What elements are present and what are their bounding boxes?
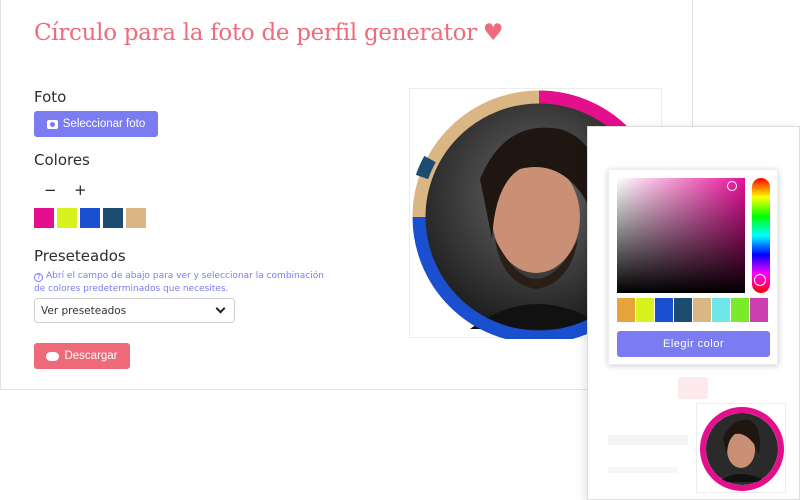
saturation-handle[interactable]: [727, 181, 737, 191]
picker-swatch-6[interactable]: [712, 298, 730, 322]
ring-segment-navy: [415, 155, 436, 180]
presets-help-text-content: Abrí el campo de abajo para ver y selecc…: [34, 271, 324, 294]
presets-select[interactable]: Ver preseteados: [34, 298, 235, 323]
faded-line: [608, 467, 678, 473]
picker-swatch-7[interactable]: [731, 298, 749, 322]
color-swatch-4[interactable]: [103, 208, 123, 228]
color-swatch-3[interactable]: [80, 208, 100, 228]
presets-label: Preseteados: [34, 247, 126, 265]
select-photo-button[interactable]: Seleccionar foto: [34, 111, 158, 137]
heart-icon: ♥: [482, 20, 504, 46]
picker-swatch-1[interactable]: [617, 298, 635, 322]
picker-swatch-3[interactable]: [655, 298, 673, 322]
chevron-down-icon: [215, 303, 226, 314]
presets-select-value: Ver preseteados: [41, 305, 127, 317]
saturation-area[interactable]: [617, 178, 745, 293]
page-title: Círculo para la foto de perfil generator…: [34, 20, 503, 46]
download-label: Descargar: [64, 350, 118, 362]
color-picker: Elegir color: [608, 169, 778, 365]
color-swatch-5[interactable]: [126, 208, 146, 228]
mobile-preview-panel: Elegir color: [587, 126, 800, 500]
select-photo-label: Seleccionar foto: [62, 118, 146, 130]
color-swatch-2[interactable]: [57, 208, 77, 228]
remove-color-button[interactable]: −: [44, 181, 57, 199]
picker-swatch-4[interactable]: [674, 298, 692, 322]
choose-color-button[interactable]: Elegir color: [617, 331, 770, 357]
add-color-button[interactable]: +: [74, 181, 87, 199]
picker-swatch-5[interactable]: [693, 298, 711, 322]
color-swatch-1[interactable]: [34, 208, 54, 228]
picker-swatch-2[interactable]: [636, 298, 654, 322]
faded-text: [608, 435, 688, 445]
colors-label: Colores: [34, 151, 90, 169]
hue-handle[interactable]: [754, 274, 766, 286]
photo-label: Foto: [34, 88, 67, 106]
picker-swatch-8[interactable]: [750, 298, 768, 322]
camera-icon: [46, 119, 58, 129]
mini-ring-preview: [700, 407, 784, 491]
presets-help-text: ? Abrí el campo de abajo para ver y selec…: [34, 270, 334, 296]
download-button[interactable]: Descargar: [34, 343, 130, 369]
mini-profile-preview: [696, 403, 786, 493]
page-title-text: Círculo para la foto de perfil generator: [34, 20, 477, 46]
cloud-download-icon: [46, 351, 60, 361]
question-icon: ?: [34, 273, 43, 282]
faded-button: [678, 377, 708, 399]
